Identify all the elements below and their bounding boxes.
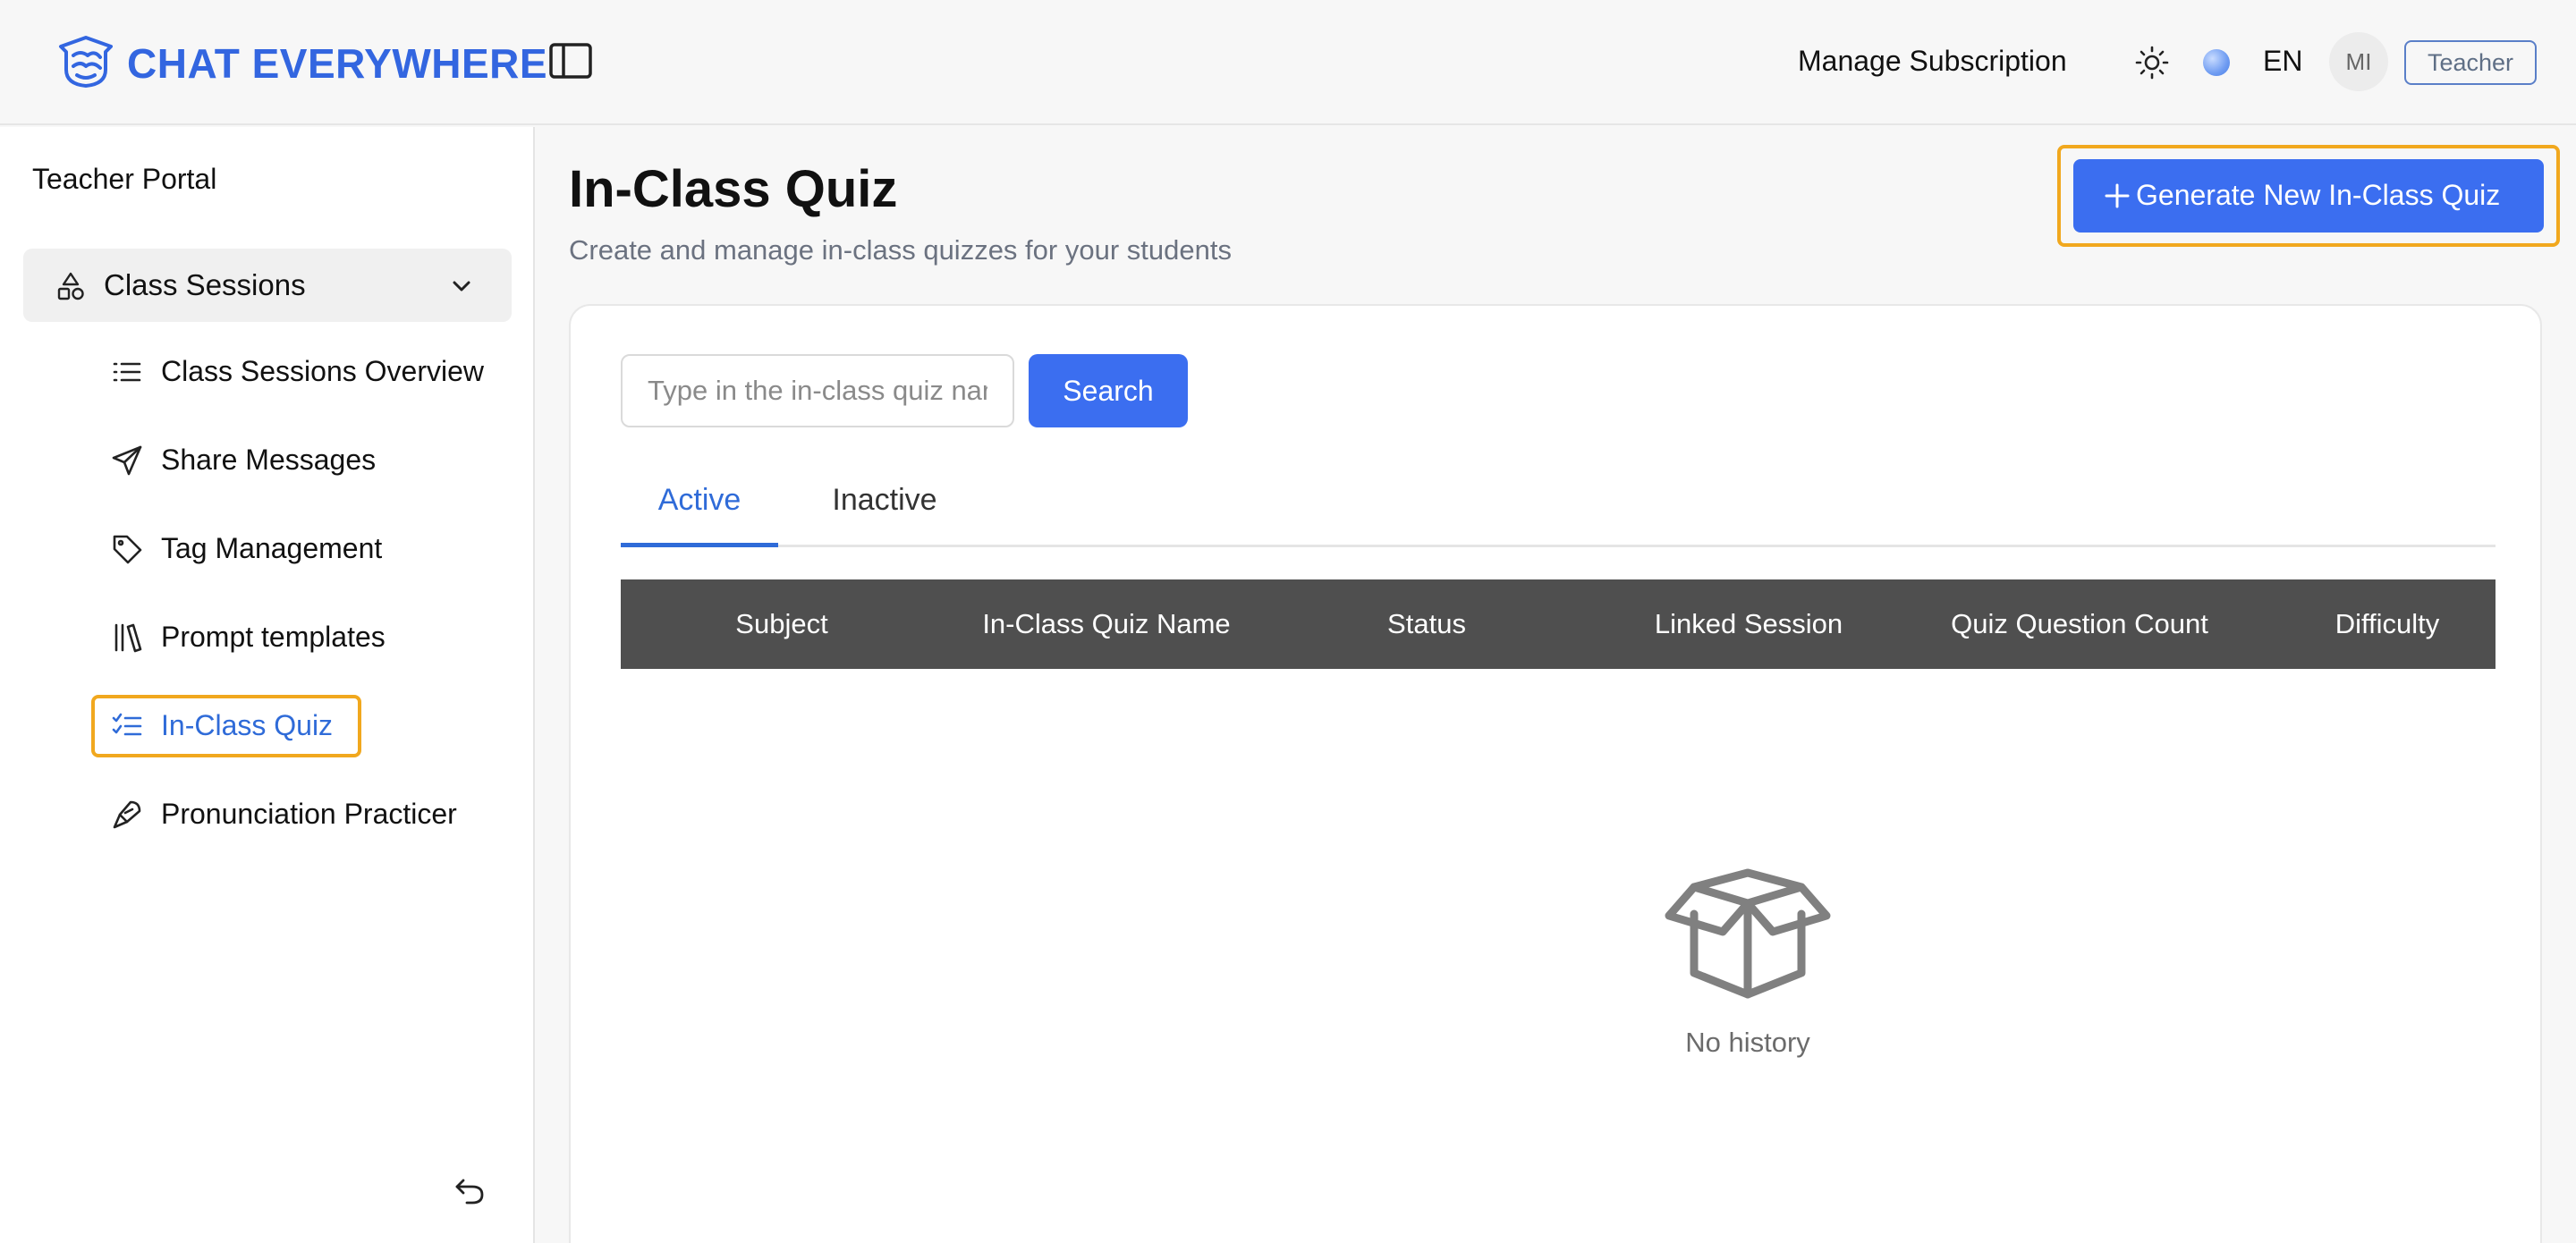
page-title: In-Class Quiz [569,160,898,218]
empty-box-icon [1658,860,1837,1007]
portal-title: Teacher Portal [32,163,217,195]
plus-icon [2102,181,2132,211]
empty-state-text: No history [1685,1027,1810,1058]
send-icon [111,444,143,477]
sidebar-item-label: Pronunciation Practicer [161,798,457,830]
manage-subscription-link[interactable]: Manage Subscription [1798,45,2067,78]
sun-icon[interactable] [2134,45,2170,80]
column-header-linked-session[interactable]: Linked Session [1655,608,1843,640]
shapes-icon [55,271,86,301]
tab-inactive[interactable]: Inactive [809,472,961,547]
status-tabs: Active Inactive [621,472,2496,547]
microphone-pen-icon [111,799,143,831]
column-header-subject[interactable]: Subject [735,608,827,640]
brand-name: CHAT EVERYWHERE [127,40,548,87]
generate-quiz-label: Generate New In-Class Quiz [2136,179,2501,211]
generate-quiz-button[interactable]: Generate New In-Class Quiz [2073,159,2544,233]
quiz-list-card: Search Active Inactive Subject In-Class … [569,304,2542,1243]
sidebar-item-label: Share Messages [161,444,377,476]
search-input[interactable] [621,354,1014,427]
sidebar-item-label: In-Class Quiz [161,709,334,741]
sidebar-toggle-icon [547,43,594,84]
column-header-status[interactable]: Status [1387,608,1466,640]
library-icon [111,622,143,654]
brain-logo-icon [54,34,118,94]
page-subtitle: Create and manage in-class quizzes for y… [569,234,1232,266]
role-badge: Teacher [2404,40,2537,85]
sidebar-item-label: Prompt templates [161,621,386,653]
sidebar-item-in-class-quiz[interactable]: In-Class Quiz [91,695,361,757]
sidebar-group-class-sessions[interactable]: Class Sessions [23,249,512,322]
sidebar-item-label: Tag Management [161,532,383,564]
list-icon [111,356,143,388]
column-header-quiz-name[interactable]: In-Class Quiz Name [982,608,1230,640]
brand-logo[interactable]: CHAT EVERYWHERE [54,34,547,93]
sidebar-group-label: Class Sessions [104,268,306,301]
model-orb-icon[interactable] [2203,49,2230,76]
language-selector[interactable]: EN [2263,45,2302,78]
column-header-question-count[interactable]: Quiz Question Count [1951,608,2208,640]
top-header: CHAT EVERYWHERE Manage Subscription EN M… [0,0,2576,125]
chevron-down-icon [447,272,476,300]
undo-icon[interactable] [453,1173,487,1207]
tag-icon [111,533,143,565]
avatar[interactable]: MI [2329,32,2388,91]
sidebar: Teacher Portal Class Sessions Class Sess… [0,127,535,1243]
sidebar-toggle-button[interactable] [547,41,594,80]
generate-button-highlight: Generate New In-Class Quiz [2057,145,2560,247]
search-button[interactable]: Search [1029,354,1188,427]
table-header: Subject In-Class Quiz Name Status Linked… [621,579,2496,669]
sidebar-item-label: Class Sessions Overview [161,355,484,387]
tab-active[interactable]: Active [621,472,778,547]
checklist-icon [111,710,143,742]
column-header-difficulty[interactable]: Difficulty [2335,608,2440,640]
